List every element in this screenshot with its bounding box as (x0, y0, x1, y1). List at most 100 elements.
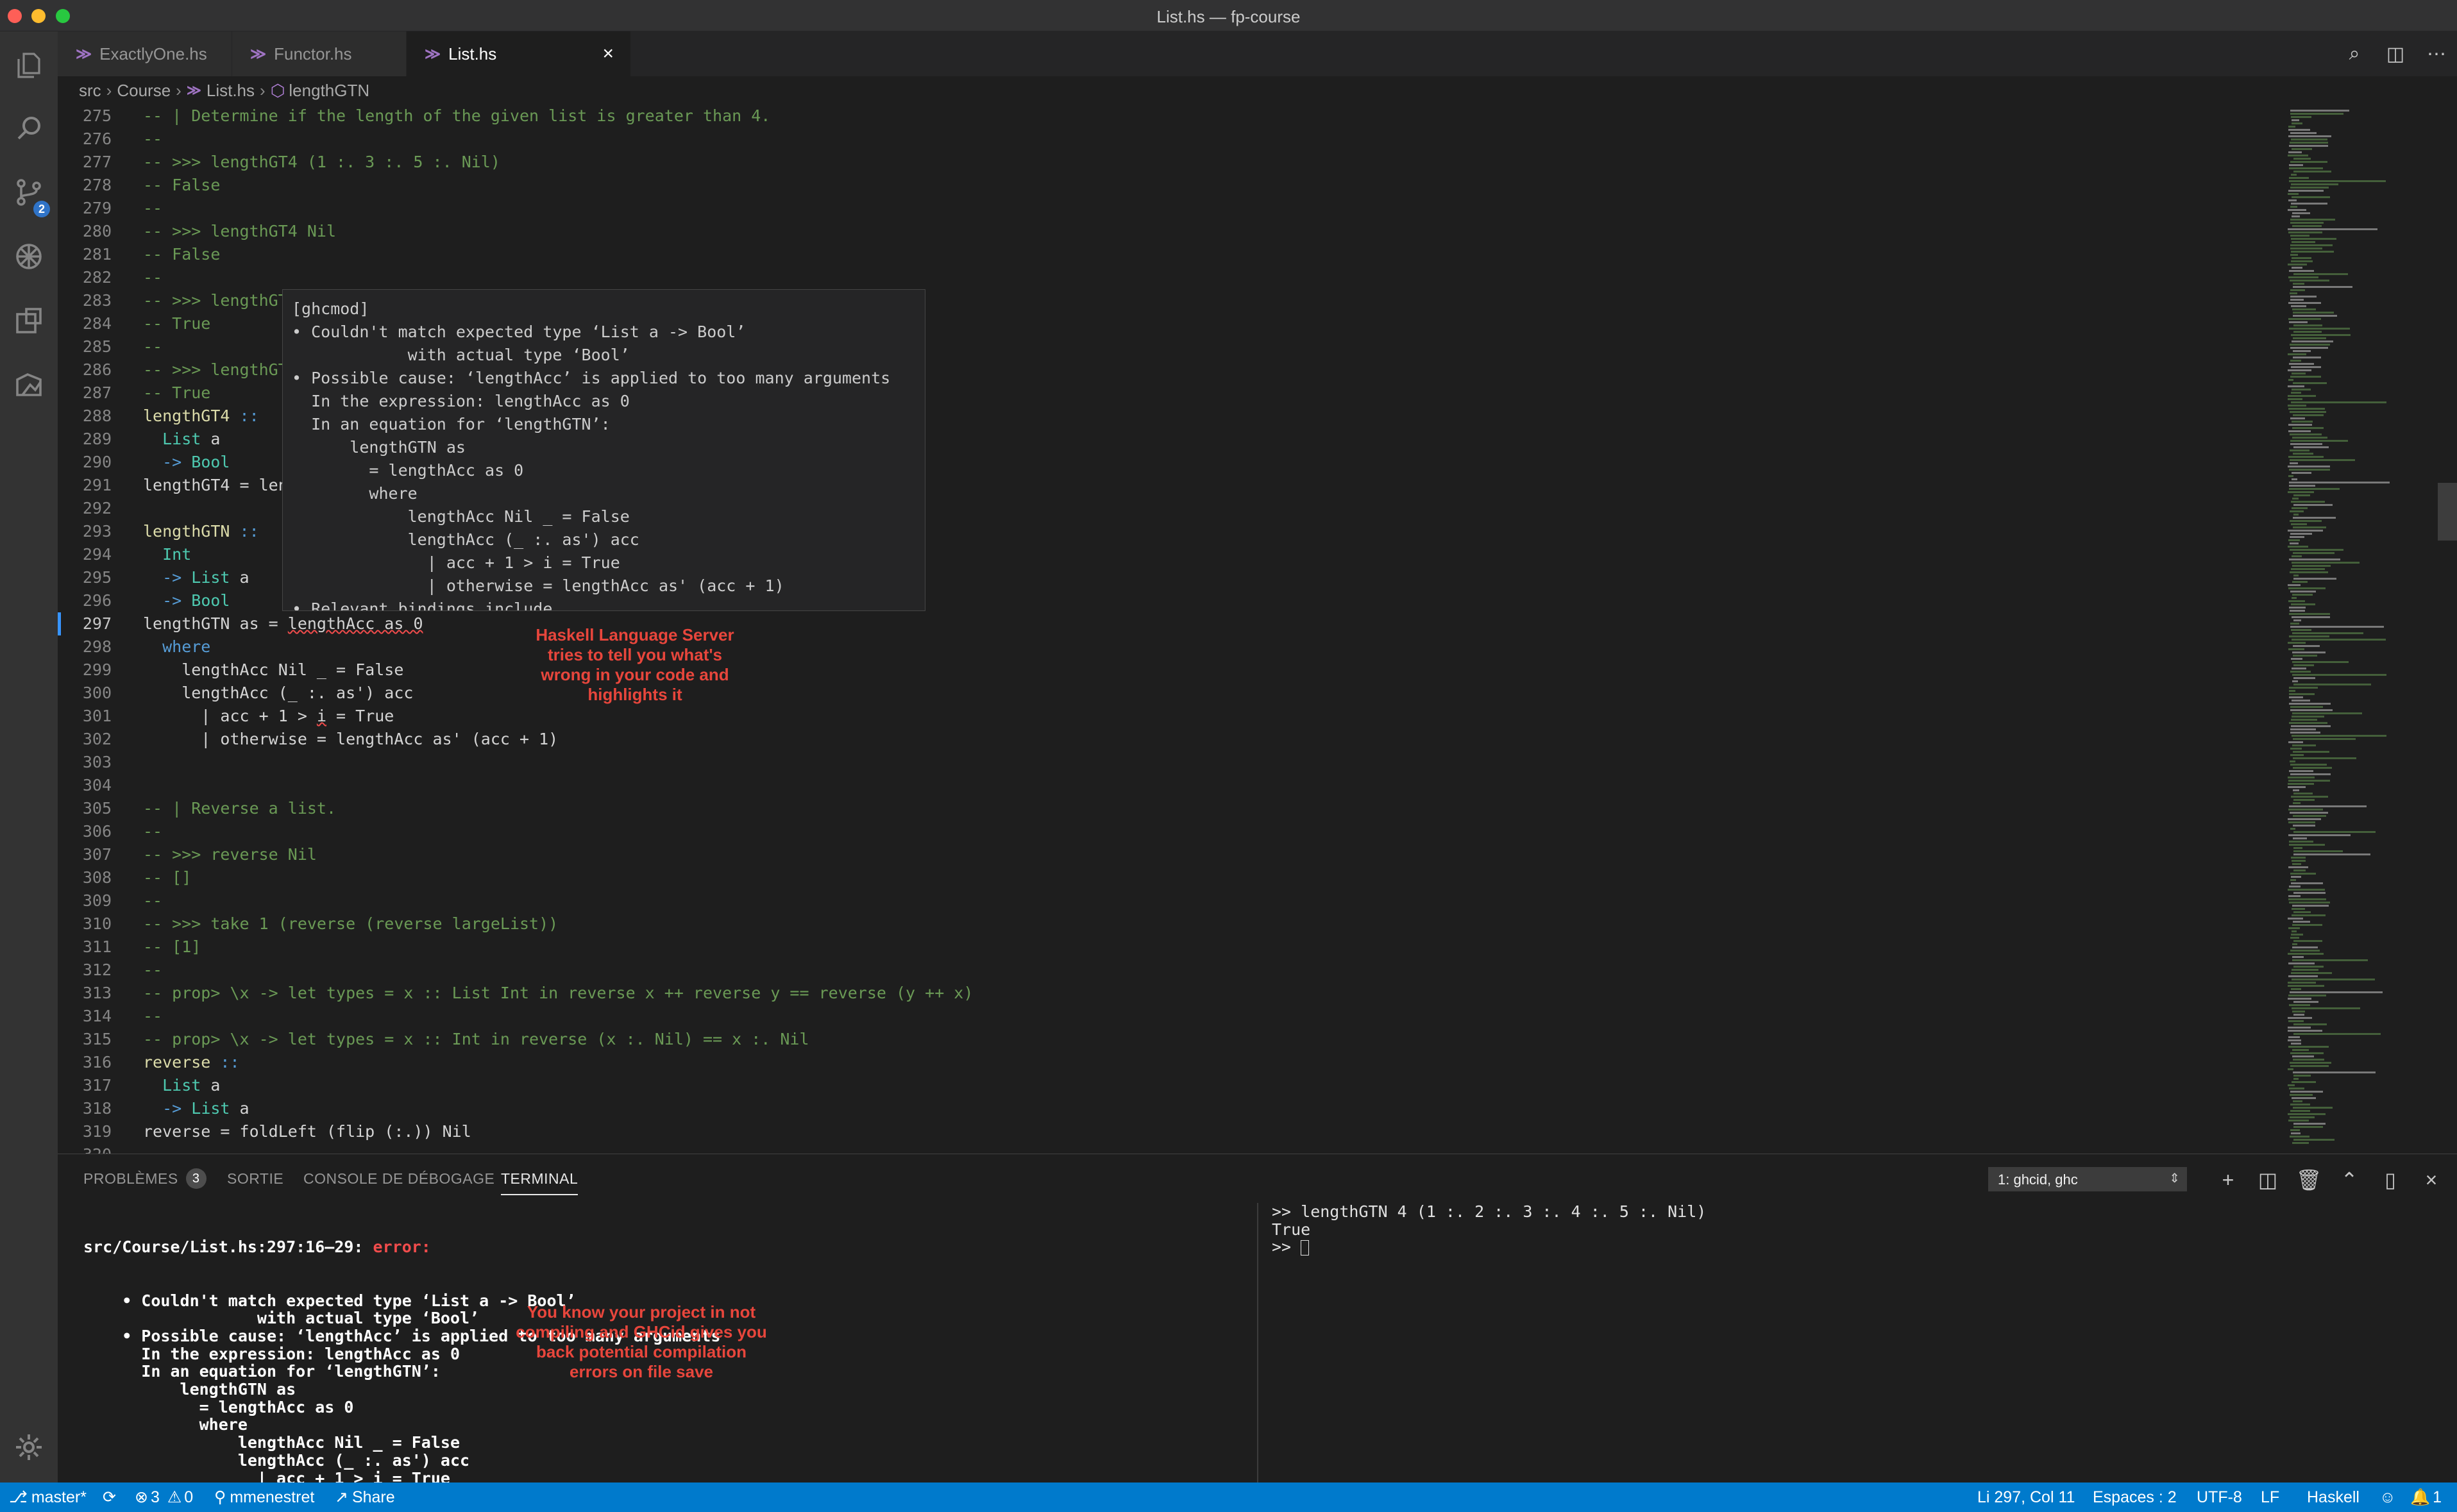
terminal-split-divider[interactable] (1257, 1203, 1258, 1483)
breadcrumb-symbol[interactable]: lengthGTN (289, 81, 369, 101)
breadcrumb-course[interactable]: Course (117, 81, 171, 101)
terminal-right[interactable]: >> lengthGTN 4 (1 :. 2 :. 3 :. 4 :. 5 :.… (1272, 1203, 2426, 1483)
code-line[interactable]: 305 -- | Reverse a list. (58, 797, 2284, 820)
code-line[interactable]: 297 lengthGTN as = lengthAcc as 0 (58, 612, 2284, 635)
code-line[interactable]: 304 (58, 774, 2284, 797)
minimap-line (2291, 719, 2317, 721)
code-line[interactable]: 313 -- prop> \x -> let types = x :: List … (58, 982, 2284, 1005)
extensions-icon[interactable] (0, 292, 58, 349)
code-line[interactable]: 301 | acc + 1 > i = True (58, 705, 2284, 728)
code-line[interactable]: 279 -- (58, 197, 2284, 220)
code-text: -- (143, 335, 162, 358)
tab-exactlyone[interactable]: ≫ ExactlyOne.hs (58, 31, 232, 76)
code-line[interactable]: 312 -- (58, 959, 2284, 982)
notifications-status[interactable]: 🔔 1 (2410, 1483, 2442, 1512)
debug-icon[interactable] (0, 228, 58, 285)
close-icon[interactable]: × (2417, 1166, 2445, 1194)
code-line[interactable]: 316 reverse :: (58, 1051, 2284, 1074)
branch-status[interactable]: ⎇ master* (9, 1483, 87, 1512)
tab-problems[interactable]: PROBLÈMES 3 (83, 1154, 207, 1203)
code-text: -- prop> \x -> let types = x :: Int in r… (143, 1028, 809, 1051)
terminal-select[interactable]: 1: ghcid, ghc ⇕ (1988, 1167, 2187, 1191)
explorer-icon[interactable] (0, 37, 58, 94)
code-line[interactable]: 303 (58, 751, 2284, 774)
code-line[interactable]: 275 -- | Determine if the length of the g… (58, 105, 2284, 128)
code-token: List (182, 568, 230, 587)
code-line[interactable]: 318 -> List a (58, 1097, 2284, 1120)
code-line[interactable]: 276 -- (58, 128, 2284, 151)
tab-terminal[interactable]: TERMINAL (501, 1154, 578, 1203)
cursor-position[interactable]: Li 297, Col 11 (1977, 1483, 2075, 1512)
code-token: lengthGTN (143, 522, 230, 541)
remote-icon[interactable] (0, 356, 58, 414)
tab-functor[interactable]: ≫ Functor.hs (232, 31, 407, 76)
code-text: -- (143, 959, 162, 982)
language-status[interactable]: Haskell (2307, 1483, 2360, 1512)
user-status[interactable]: ⚲ mmenestret (214, 1483, 314, 1512)
code-line[interactable]: 308 -- [] (58, 866, 2284, 889)
code-line[interactable]: 315 -- prop> \x -> let types = x :: Int i… (58, 1028, 2284, 1051)
code-line[interactable]: 311 -- [1] (58, 936, 2284, 959)
code-token: -- prop> \x -> let types = x :: List Int… (143, 984, 974, 1002)
minimap[interactable] (2284, 105, 2457, 1154)
code-line[interactable]: 302 | otherwise = lengthAcc as' (acc + 1… (58, 728, 2284, 751)
problems-status[interactable]: ⊗ 3 ⚠ 0 (135, 1483, 193, 1512)
gear-icon[interactable] (0, 1418, 58, 1476)
minimap-line (2292, 946, 2318, 948)
feedback-icon[interactable]: ☺ (2379, 1483, 2396, 1512)
code-line[interactable]: 306 -- (58, 820, 2284, 843)
code-line[interactable]: 309 -- (58, 889, 2284, 912)
code-line[interactable]: 282 -- (58, 266, 2284, 289)
split-editor-icon[interactable]: ◫ (2375, 43, 2416, 65)
breadcrumb-src[interactable]: src (79, 81, 101, 101)
code-line[interactable]: 277 -- >>> lengthGT4 (1 :. 3 :. 5 :. Nil) (58, 151, 2284, 174)
more-actions-icon[interactable]: ⋯ (2416, 43, 2457, 65)
search-icon[interactable] (0, 99, 58, 157)
minimap-slider[interactable] (2438, 483, 2457, 541)
chevron-up-icon[interactable]: ⌃ (2335, 1166, 2363, 1194)
code-line[interactable]: 314 -- (58, 1005, 2284, 1028)
minimap-line (2293, 526, 2326, 528)
code-line[interactable]: 300 lengthAcc (_ :. as') acc (58, 682, 2284, 705)
minimap-line (2288, 982, 2316, 984)
minimap-line (2292, 908, 2305, 910)
minimap-line (2293, 158, 2311, 160)
split-icon[interactable]: ◫ (2254, 1166, 2282, 1194)
code-line[interactable]: 298 where (58, 635, 2284, 659)
sync-icon[interactable]: ⟳ (103, 1483, 116, 1512)
tab-list[interactable]: ≫ List.hs × (407, 31, 631, 76)
tab-output[interactable]: SORTIE (227, 1154, 283, 1203)
code-line[interactable]: 320 (58, 1143, 2284, 1154)
branch-name: master* (31, 1488, 87, 1506)
plus-icon[interactable]: + (2214, 1166, 2242, 1194)
minimap-line (2290, 1116, 2315, 1118)
trash-icon[interactable]: 🗑 (2295, 1166, 2323, 1194)
code-line[interactable]: 299 lengthAcc Nil _ = False (58, 659, 2284, 682)
code-line[interactable]: 319 reverse = foldLeft (flip (:.)) Nil (58, 1120, 2284, 1143)
code-line[interactable]: 310 -- >>> take 1 (reverse (reverse large… (58, 912, 2284, 936)
eol-status[interactable]: LF (2261, 1483, 2279, 1512)
code-token: a (230, 568, 249, 587)
source-control-icon[interactable]: 2 (0, 164, 58, 221)
encoding-status[interactable]: UTF-8 (2197, 1483, 2242, 1512)
open-changes-icon[interactable]: ⌕ (2334, 43, 2375, 65)
code-line[interactable]: 280 -- >>> lengthGT4 Nil (58, 220, 2284, 243)
minimap-line (2290, 462, 2298, 464)
minimap-line (2288, 491, 2314, 493)
code-line[interactable]: 281 -- False (58, 243, 2284, 266)
share-label: Share (351, 1488, 395, 1506)
breadcrumb-file[interactable]: List.hs (207, 81, 255, 101)
maximize-icon[interactable]: ▯ (2376, 1166, 2404, 1194)
code-line[interactable]: 307 -- >>> reverse Nil (58, 843, 2284, 866)
minimap-line (2289, 805, 2367, 807)
minimap-line (2293, 1126, 2323, 1128)
indentation-status[interactable]: Espaces : 2 (2093, 1483, 2177, 1512)
code-line[interactable]: 317 List a (58, 1074, 2284, 1097)
window-title: List.hs — fp-course (1156, 7, 1301, 26)
code-editor[interactable]: 275 -- | Determine if the length of the g… (58, 105, 2284, 1154)
share-button[interactable]: ↗ Share (335, 1483, 395, 1512)
minimap-line (2292, 1011, 2305, 1012)
code-line[interactable]: 278 -- False (58, 174, 2284, 197)
tab-debug-console[interactable]: CONSOLE DE DÉBOGAGE (303, 1154, 494, 1203)
close-tab-icon[interactable]: × (602, 43, 614, 65)
